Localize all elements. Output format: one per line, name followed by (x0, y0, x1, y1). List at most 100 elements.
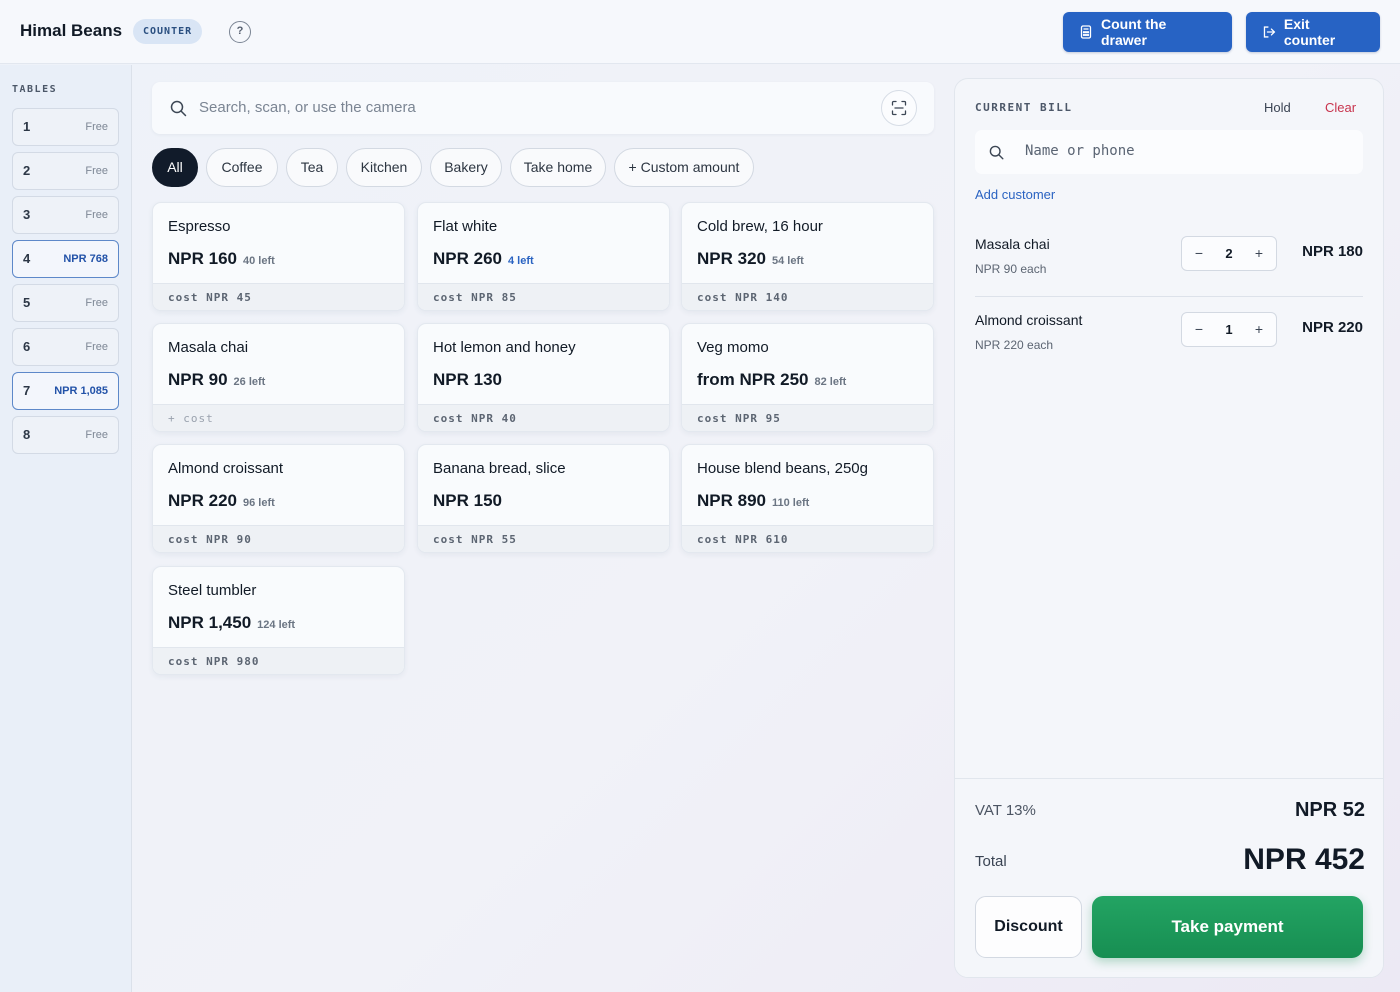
filter-coffee[interactable]: Coffee (206, 148, 278, 187)
total-value: NPR 452 (1243, 843, 1365, 876)
total-label: Total (975, 853, 1007, 870)
table-status: Free (85, 429, 108, 441)
product-price-row: NPR 160 40 left (168, 249, 275, 269)
stock-left: 26 left (233, 376, 266, 388)
bill-footer: VAT 13% NPR 52 Total NPR 452 Discount Ta… (955, 778, 1383, 977)
product-card-hot-lemon-honey[interactable]: Hot lemon and honey NPR 130 cost NPR 40 (417, 323, 670, 432)
product-card-flat-white[interactable]: Flat white NPR 260 4 left cost NPR 85 (417, 202, 670, 311)
increase-quantity-button[interactable]: + (1244, 313, 1274, 346)
product-price-row: NPR 130 (433, 370, 502, 390)
quantity-value: 2 (1225, 246, 1233, 261)
stock-left: 40 left (242, 255, 275, 267)
product-card-espresso[interactable]: Espresso NPR 160 40 left cost NPR 45 (152, 202, 405, 311)
count-drawer-button[interactable]: Count the drawer (1063, 12, 1232, 52)
product-card-banana-bread[interactable]: Banana bread, slice NPR 150 cost NPR 55 (417, 444, 670, 553)
table-8-button[interactable]: 8 Free (12, 416, 119, 454)
quantity-stepper: − 2 + (1181, 236, 1277, 271)
filter-all[interactable]: All (152, 148, 198, 187)
search-icon (989, 145, 1004, 160)
product-name: Banana bread, slice (433, 460, 566, 477)
table-6-button[interactable]: 6 Free (12, 328, 119, 366)
product-name: Masala chai (168, 339, 249, 356)
product-card-cold-brew[interactable]: Cold brew, 16 hour NPR 320 54 left cost N… (681, 202, 934, 311)
vat-value: NPR 52 (1294, 799, 1365, 821)
product-price-row: NPR 220 96 left (168, 491, 275, 511)
filter-tea[interactable]: Tea (286, 148, 338, 187)
product-price: NPR 890 (697, 491, 766, 510)
camera-scan-button[interactable] (881, 90, 917, 126)
product-cost: cost NPR 140 (682, 283, 933, 310)
bill-line-item: Almond croissant NPR 220 each − 1 + NPR … (975, 312, 1363, 372)
table-status: NPR 1,085 (54, 385, 108, 397)
product-card-almond-croissant[interactable]: Almond croissant NPR 220 96 left cost NPR… (152, 444, 405, 553)
table-3-button[interactable]: 3 Free (12, 196, 119, 234)
table-7-button[interactable]: 7 NPR 1,085 (12, 372, 119, 410)
product-name: Hot lemon and honey (433, 339, 576, 356)
product-price-row: from NPR 250 82 left (697, 370, 846, 390)
calculator-icon (1080, 25, 1092, 39)
table-number: 8 (23, 427, 31, 442)
product-cost: cost NPR 610 (682, 525, 933, 552)
filter-take-home[interactable]: Take home (510, 148, 606, 187)
quantity-value: 1 (1225, 322, 1233, 337)
help-icon[interactable]: ? (229, 21, 251, 43)
customer-search[interactable]: Name or phone (975, 130, 1363, 174)
discount-button[interactable]: Discount (975, 896, 1082, 958)
table-status: Free (85, 297, 108, 309)
table-5-button[interactable]: 5 Free (12, 284, 119, 322)
product-price: from NPR 250 (697, 370, 809, 389)
customer-input[interactable]: Name or phone (1025, 143, 1135, 159)
product-card-steel-tumbler[interactable]: Steel tumbler NPR 1,450 124 left cost NPR… (152, 566, 405, 675)
table-number: 2 (23, 163, 31, 178)
product-price-row: NPR 90 26 left (168, 370, 265, 390)
table-1-button[interactable]: 1 Free (12, 108, 119, 146)
product-cost: cost NPR 40 (418, 404, 669, 431)
table-number: 1 (23, 119, 31, 134)
product-cost: cost NPR 980 (153, 647, 404, 674)
line-item-name: Almond croissant (975, 312, 1083, 328)
line-item-name: Masala chai (975, 236, 1050, 252)
vat-label: VAT 13% (975, 802, 1036, 819)
stock-left: 4 left (507, 255, 534, 267)
clear-button[interactable]: Clear (1325, 100, 1356, 115)
table-number: 6 (23, 339, 31, 354)
stock-left: 54 left (771, 255, 804, 267)
product-price: NPR 130 (433, 370, 502, 389)
table-4-button[interactable]: 4 NPR 768 (12, 240, 119, 278)
add-customer-link[interactable]: Add customer (975, 187, 1055, 202)
product-name: Flat white (433, 218, 498, 235)
exit-icon (1263, 26, 1276, 38)
table-status: Free (85, 121, 108, 133)
quantity-stepper: − 1 + (1181, 312, 1277, 347)
product-search[interactable]: Search, scan, or use the camera (152, 82, 934, 134)
exit-counter-label: Exit counter (1283, 16, 1336, 48)
product-price: NPR 220 (168, 491, 237, 510)
product-price: NPR 150 (433, 491, 502, 510)
product-name: Espresso (168, 218, 231, 235)
filter-kitchen[interactable]: Kitchen (346, 148, 422, 187)
mode-badge: COUNTER (133, 19, 203, 44)
search-icon (170, 100, 187, 117)
decrease-quantity-button[interactable]: − (1184, 313, 1214, 346)
bill-line-item: Masala chai NPR 90 each − 2 + NPR 180 (975, 236, 1363, 296)
search-input[interactable]: Search, scan, or use the camera (199, 99, 416, 116)
take-payment-button[interactable]: Take payment (1092, 896, 1363, 958)
product-card-veg-momo[interactable]: Veg momo from NPR 250 82 left cost NPR 95 (681, 323, 934, 432)
stock-left: 110 left (771, 497, 810, 509)
exit-counter-button[interactable]: Exit counter (1246, 12, 1380, 52)
filter-bakery[interactable]: Bakery (430, 148, 502, 187)
decrease-quantity-button[interactable]: − (1184, 237, 1214, 270)
custom-amount-button[interactable]: + Custom amount (614, 148, 754, 187)
table-2-button[interactable]: 2 Free (12, 152, 119, 190)
product-name: Almond croissant (168, 460, 284, 477)
product-card-masala-chai[interactable]: Masala chai NPR 90 26 left + cost (152, 323, 405, 432)
hold-button[interactable]: Hold (1264, 100, 1291, 115)
increase-quantity-button[interactable]: + (1244, 237, 1274, 270)
table-number: 7 (23, 383, 31, 398)
line-item-unit-price: NPR 220 each (975, 338, 1054, 352)
product-cost: cost NPR 45 (153, 283, 404, 310)
product-card-house-blend[interactable]: House blend beans, 250g NPR 890 110 left … (681, 444, 934, 553)
line-divider (975, 296, 1363, 297)
add-cost-link[interactable]: + cost (153, 404, 404, 431)
line-item-total: NPR 220 (1302, 319, 1363, 336)
